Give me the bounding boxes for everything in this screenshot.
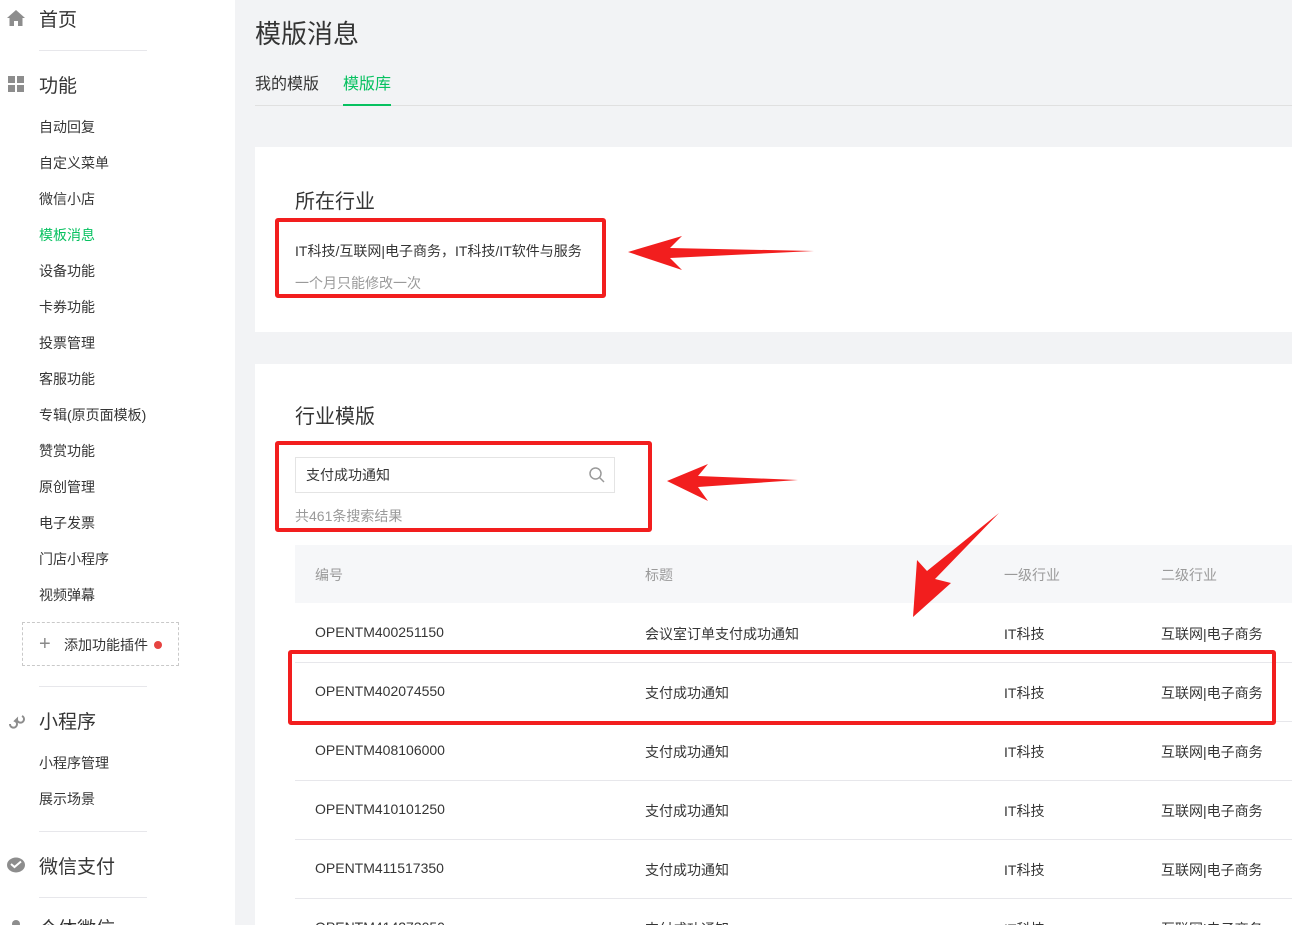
column-header-industry1: 一级行业 — [1004, 567, 1060, 583]
table-row[interactable]: OPENTM414273050 支付成功通知 IT科技 互联网|电子商务 — [295, 899, 1292, 925]
table-row[interactable]: OPENTM410101250 支付成功通知 IT科技 互联网|电子商务 — [295, 781, 1292, 840]
cell-title: 支付成功通知 — [645, 919, 729, 925]
home-icon — [7, 10, 25, 26]
sidebar-item-appreciation[interactable]: 赞赏功能 — [39, 441, 95, 461]
cell-industry2: 互联网|电子商务 — [1161, 919, 1263, 925]
table-row[interactable]: OPENTM411517350 支付成功通知 IT科技 互联网|电子商务 — [295, 840, 1292, 899]
user-icon — [12, 920, 20, 925]
sidebar-item-video-danmaku[interactable]: 视频弹幕 — [39, 585, 95, 605]
column-header-industry2: 二级行业 — [1161, 567, 1217, 583]
sidebar-item-coupon[interactable]: 卡券功能 — [39, 297, 95, 317]
cell-industry1: IT科技 — [1004, 919, 1044, 925]
cell-industry2: 互联网|电子商务 — [1161, 862, 1263, 878]
nav-next-group-label: 个体微信 — [39, 914, 115, 925]
table-row[interactable]: OPENTM408106000 支付成功通知 IT科技 互联网|电子商务 — [295, 722, 1292, 781]
sidebar-item-original[interactable]: 原创管理 — [39, 477, 95, 497]
annotation-box-row — [288, 650, 1276, 725]
sidebar-item-miniprogram-manage[interactable]: 小程序管理 — [39, 753, 109, 773]
cell-title: 支付成功通知 — [645, 862, 729, 878]
cell-title: 支付成功通知 — [645, 744, 729, 760]
divider — [39, 686, 147, 687]
cell-industry2: 互联网|电子商务 — [1161, 744, 1263, 760]
notification-dot — [154, 641, 162, 649]
tab-bar: 我的模版 模版库 — [255, 74, 1292, 106]
miniprogram-icon — [9, 715, 25, 729]
nav-miniprogram-label: 小程序 — [39, 711, 97, 733]
sidebar-item-store-miniprogram[interactable]: 门店小程序 — [39, 549, 109, 569]
sidebar-item-vote[interactable]: 投票管理 — [39, 333, 95, 353]
sidebar-item-auto-reply[interactable]: 自动回复 — [39, 117, 95, 137]
cell-industry1: IT科技 — [1004, 744, 1045, 760]
divider — [39, 831, 147, 832]
cell-industry1: IT科技 — [1004, 862, 1045, 878]
add-plugin-button[interactable]: + 添加功能插件 — [22, 622, 179, 666]
cell-title: 支付成功通知 — [645, 803, 729, 819]
tab-template-library[interactable]: 模版库 — [343, 74, 392, 106]
sidebar-item-template-message[interactable]: 模板消息 — [39, 225, 95, 245]
plus-icon: + — [39, 633, 51, 655]
templates-title: 行业模版 — [295, 406, 375, 428]
sidebar: 首页 功能 自动回复自定义菜单微信小店模板消息设备功能卡券功能投票管理客服功能专… — [0, 0, 235, 925]
add-plugin-label: 添加功能插件 — [64, 637, 148, 653]
cell-id: OPENTM400251150 — [315, 624, 444, 640]
cell-title: 会议室订单支付成功通知 — [645, 626, 799, 642]
cell-industry1: IT科技 — [1004, 626, 1045, 642]
cell-id: OPENTM408106000 — [315, 742, 445, 758]
nav-wechat-pay-label: 微信支付 — [39, 856, 116, 878]
grid-icon — [8, 76, 24, 92]
table-header: 编号 标题 一级行业 二级行业 — [295, 545, 1292, 603]
tab-my-templates[interactable]: 我的模版 — [255, 74, 319, 106]
divider — [39, 897, 147, 898]
sidebar-item-custom-menu[interactable]: 自定义菜单 — [39, 153, 109, 173]
sidebar-item-customer-service[interactable]: 客服功能 — [39, 369, 95, 389]
column-header-id: 编号 — [315, 567, 343, 583]
cell-id: OPENTM414273050 — [315, 919, 445, 925]
annotation-box-search — [275, 441, 652, 532]
annotation-arrow-search — [667, 464, 798, 501]
industry-title: 所在行业 — [295, 191, 375, 213]
annotation-arrow-industry — [628, 236, 814, 270]
sidebar-item-wechat-store[interactable]: 微信小店 — [39, 189, 95, 209]
cell-id: OPENTM410101250 — [315, 801, 445, 817]
cell-industry2: 互联网|电子商务 — [1161, 803, 1263, 819]
sidebar-item-device[interactable]: 设备功能 — [39, 261, 95, 281]
sidebar-item-display-scene[interactable]: 展示场景 — [39, 789, 95, 809]
page-title: 模版消息 — [255, 19, 360, 49]
cell-industry1: IT科技 — [1004, 803, 1045, 819]
column-header-title: 标题 — [645, 567, 673, 583]
nav-home-label: 首页 — [39, 9, 78, 31]
divider — [39, 50, 147, 51]
sidebar-item-album[interactable]: 专辑(原页面模板) — [39, 405, 146, 425]
sidebar-item-e-invoice[interactable]: 电子发票 — [39, 513, 95, 533]
cell-id: OPENTM411517350 — [315, 860, 444, 876]
cell-industry2: 互联网|电子商务 — [1161, 626, 1263, 642]
nav-function-label: 功能 — [39, 75, 78, 97]
annotation-arrow-row — [913, 513, 999, 617]
wechat-pay-icon — [7, 857, 25, 873]
annotation-box-industry — [275, 218, 606, 298]
